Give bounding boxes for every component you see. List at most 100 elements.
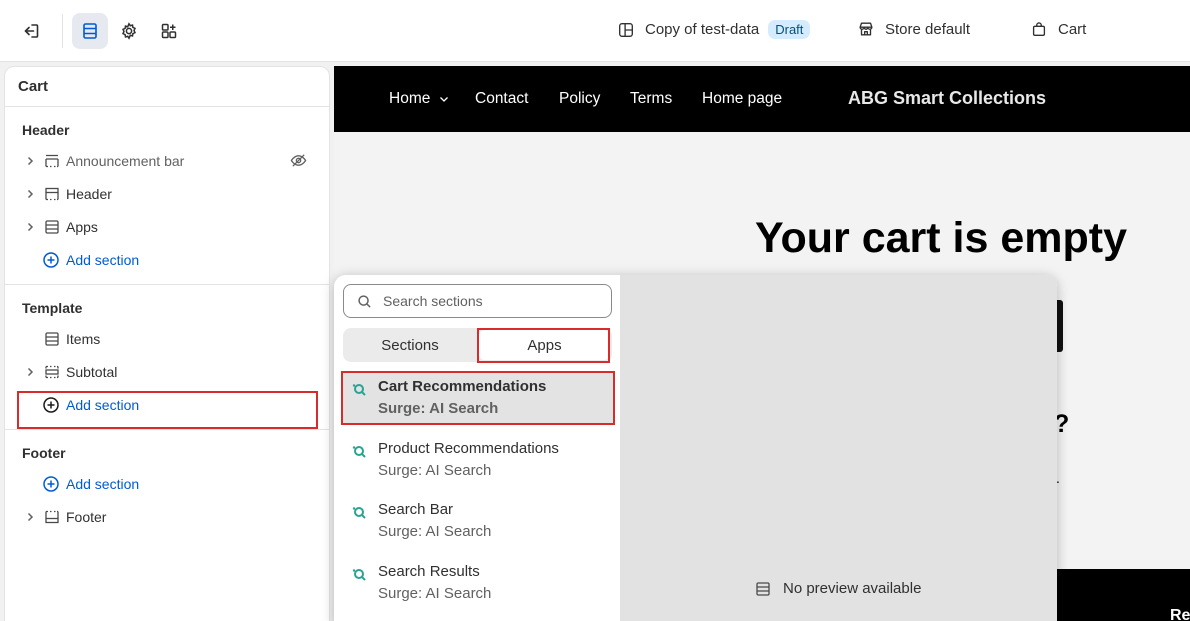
apps-section-icon bbox=[45, 219, 59, 234]
section-apps[interactable]: Apps bbox=[5, 210, 329, 243]
section-label: Announcement bar bbox=[66, 152, 185, 169]
app-name: Search Results bbox=[378, 563, 480, 580]
chevron-right-icon[interactable] bbox=[24, 221, 36, 233]
add-section-popover: Sections Apps Cart Recommendations Surge… bbox=[334, 275, 1057, 621]
status-badge: Draft bbox=[768, 20, 811, 39]
announcement-section-icon bbox=[45, 154, 59, 167]
page-name: Cart bbox=[1058, 20, 1087, 38]
apps-grid-icon bbox=[161, 23, 177, 39]
app-search-icon bbox=[352, 446, 366, 458]
section-items[interactable]: Items bbox=[5, 322, 329, 355]
footer-group: Footer Add section Footer bbox=[5, 430, 329, 541]
search-input[interactable] bbox=[383, 293, 603, 309]
tab-sections[interactable]: Sections bbox=[343, 328, 477, 362]
section-preview-icon bbox=[756, 581, 770, 596]
bag-icon bbox=[1032, 22, 1046, 36]
app-search-icon bbox=[352, 569, 366, 581]
app-item-product-recommendations[interactable]: Product Recommendations Surge: AI Search bbox=[343, 435, 614, 487]
app-search-icon bbox=[352, 384, 366, 396]
nav-home-page[interactable]: Home page bbox=[702, 90, 782, 108]
no-preview-message: No preview available bbox=[755, 580, 921, 597]
nav-home[interactable]: Home bbox=[389, 90, 449, 108]
nav-contact[interactable]: Contact bbox=[475, 90, 528, 108]
store-navbar: Home Contact Policy Terms Home page ABG … bbox=[334, 66, 1190, 132]
group-title-template: Template bbox=[22, 300, 83, 316]
eye-slash-icon[interactable] bbox=[290, 152, 307, 169]
tab-apps[interactable]: Apps bbox=[479, 330, 610, 360]
section-announcement-bar[interactable]: Announcement bar bbox=[5, 144, 329, 177]
app-embeds-button[interactable] bbox=[151, 13, 187, 49]
chevron-right-icon[interactable] bbox=[24, 511, 36, 523]
theme-layout-icon bbox=[619, 22, 633, 37]
section-label: Subtotal bbox=[66, 363, 118, 380]
plus-circle-icon bbox=[43, 396, 59, 413]
add-section-template-button[interactable]: Add section bbox=[5, 388, 329, 421]
app-name: Search Bar bbox=[378, 501, 454, 518]
chevron-right-icon[interactable] bbox=[24, 188, 36, 200]
section-footer[interactable]: Footer bbox=[5, 500, 329, 533]
app-name: Cart Recommendations bbox=[378, 378, 547, 395]
picker-preview-pane: No preview available bbox=[620, 275, 1057, 621]
chevron-right-icon[interactable] bbox=[24, 366, 36, 378]
footer-text: Re bbox=[1170, 607, 1190, 621]
nav-label: Home bbox=[389, 90, 431, 107]
editor-topbar: Copy of test-data Draft Store default Ca… bbox=[0, 0, 1190, 62]
picker-list-pane: Sections Apps Cart Recommendations Surge… bbox=[334, 275, 620, 621]
no-preview-text: No preview available bbox=[783, 580, 922, 597]
app-item-search-bar[interactable]: Search Bar Surge: AI Search bbox=[343, 496, 614, 548]
store-selector[interactable]: Store default bbox=[857, 20, 970, 38]
group-title-footer: Footer bbox=[22, 445, 66, 461]
search-box[interactable] bbox=[343, 284, 612, 318]
app-name: Product Recommendations bbox=[378, 440, 559, 457]
cart-empty-heading: Your cart is empty bbox=[755, 214, 1127, 262]
store-name: Store default bbox=[885, 20, 971, 38]
add-section-footer-button[interactable]: Add section bbox=[5, 467, 329, 500]
store-icon bbox=[859, 22, 873, 36]
section-label: Footer bbox=[66, 508, 107, 525]
section-label: Header bbox=[66, 185, 112, 202]
exit-icon bbox=[24, 24, 39, 38]
page-selector[interactable]: Cart bbox=[1030, 20, 1086, 38]
store-brand[interactable]: ABG Smart Collections bbox=[848, 88, 1046, 109]
app-item-search-results[interactable]: Search Results Surge: AI Search bbox=[343, 558, 614, 610]
section-header[interactable]: Header bbox=[5, 177, 329, 210]
nav-policy[interactable]: Policy bbox=[559, 90, 600, 108]
search-icon bbox=[358, 294, 371, 308]
footer-section-icon bbox=[45, 510, 59, 523]
nav-terms[interactable]: Terms bbox=[630, 90, 672, 108]
app-source: Surge: AI Search bbox=[378, 523, 492, 540]
template-group: Template Items Subtotal Add section bbox=[5, 285, 329, 430]
app-item-cart-recommendations[interactable]: Cart Recommendations Surge: AI Search bbox=[343, 373, 614, 425]
add-section-label: Add section bbox=[66, 396, 140, 413]
app-search-icon bbox=[352, 507, 366, 519]
header-group: Header Announcement bar Header Apps Add … bbox=[5, 107, 329, 285]
section-label: Items bbox=[66, 330, 101, 347]
chevron-right-icon[interactable] bbox=[24, 155, 36, 167]
app-source: Surge: AI Search bbox=[378, 462, 492, 479]
section-label: Apps bbox=[66, 218, 98, 235]
app-source: Surge: AI Search bbox=[378, 400, 499, 417]
add-section-label: Add section bbox=[66, 251, 140, 268]
group-title-header: Header bbox=[22, 122, 70, 138]
app-source: Surge: AI Search bbox=[378, 585, 492, 602]
chevron-down-icon bbox=[440, 97, 449, 102]
add-section-label: Add section bbox=[66, 475, 140, 492]
exit-button[interactable] bbox=[13, 13, 49, 49]
theme-name: Copy of test-data bbox=[645, 21, 760, 38]
header-section-icon bbox=[45, 187, 59, 200]
theme-selector[interactable]: Copy of test-data Draft bbox=[617, 20, 811, 39]
picker-tabs: Sections Apps bbox=[343, 328, 612, 362]
section-subtotal[interactable]: Subtotal bbox=[5, 355, 329, 388]
sections-tool-button[interactable] bbox=[72, 13, 108, 49]
theme-settings-button[interactable] bbox=[111, 13, 147, 49]
add-section-header-button[interactable]: Add section bbox=[5, 243, 329, 276]
plus-circle-icon bbox=[43, 475, 59, 492]
subtotal-section-icon bbox=[45, 365, 59, 378]
sections-icon bbox=[83, 23, 97, 39]
items-section-icon bbox=[45, 331, 59, 346]
gear-icon bbox=[122, 22, 136, 40]
topbar-divider bbox=[62, 14, 63, 48]
sidebar-title: Cart bbox=[5, 67, 329, 107]
sections-sidebar: Cart Header Announcement bar Header Apps… bbox=[4, 66, 330, 621]
plus-circle-icon bbox=[43, 251, 59, 268]
